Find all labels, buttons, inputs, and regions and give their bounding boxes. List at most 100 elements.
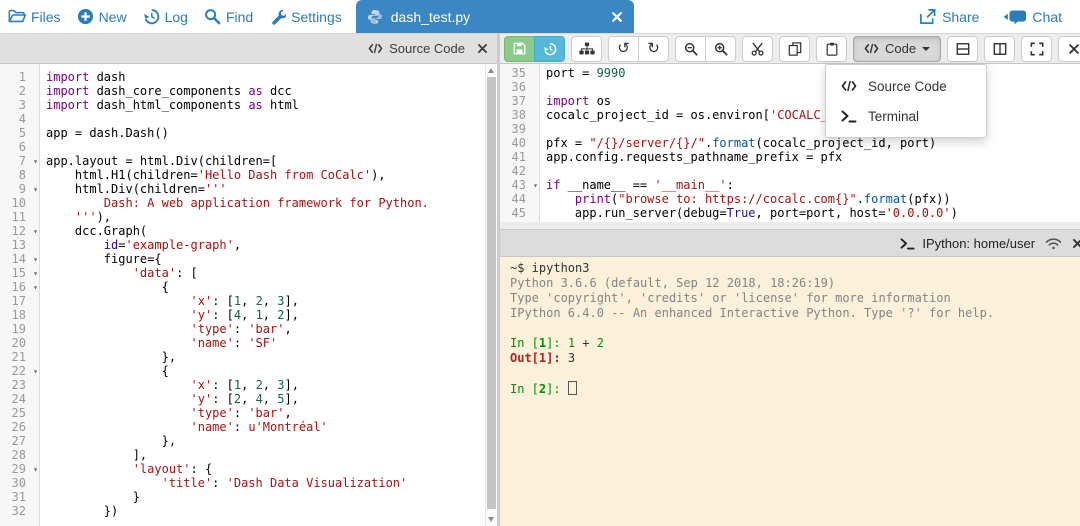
code-line: 39: [500, 122, 1080, 136]
find-button[interactable]: Find: [196, 0, 261, 33]
frame-split-tree-button[interactable]: [571, 35, 602, 62]
undo-button[interactable]: ↺: [608, 35, 639, 62]
fold-gutter: [529, 206, 542, 220]
line-number: 6: [18, 140, 26, 154]
timetravel-button[interactable]: [534, 35, 565, 62]
fold-arrow-icon[interactable]: ▾: [29, 462, 42, 476]
code-line: 44 print("browse to: https://cocalc.com{…: [500, 192, 1080, 206]
split-horizontal-button[interactable]: [947, 35, 979, 62]
split-horizontal-icon: [956, 42, 970, 56]
code-icon: [368, 42, 383, 55]
fold-arrow-icon[interactable]: ▾: [29, 364, 42, 378]
chat-button[interactable]: Chat: [995, 9, 1070, 25]
code-line: 15 ▾ 'data': [: [0, 266, 497, 280]
fold-arrow-icon[interactable]: ▾: [529, 178, 542, 192]
settings-button-label: Settings: [291, 8, 342, 25]
code-line: 2 import dash_core_components as dcc: [0, 84, 497, 98]
files-button[interactable]: Files: [0, 0, 69, 33]
scroll-up-icon[interactable]: [488, 68, 494, 73]
zoom-in-button[interactable]: [705, 35, 736, 62]
code-line: 1 import dash: [0, 70, 497, 84]
tab-close-icon[interactable]: [611, 11, 623, 23]
code-line: 31 }: [0, 490, 497, 504]
line-number: 29: [11, 462, 26, 476]
save-button[interactable]: [504, 35, 535, 62]
code-line: 40 pfx = "/{}/server/{}/".format(cocalc_p…: [500, 136, 1080, 150]
terminal-header: IPython: home/user: [500, 229, 1080, 257]
menu-item-terminal[interactable]: Terminal: [826, 101, 986, 131]
close-frame-button[interactable]: [1058, 35, 1080, 62]
menu-item-label: Terminal: [868, 108, 920, 124]
code-line: 20 'name': 'SF': [0, 336, 497, 350]
fold-arrow-icon[interactable]: ▾: [29, 182, 42, 196]
fold-gutter: [29, 406, 42, 420]
code-line: 13 id='example-graph',: [0, 238, 497, 252]
terminal-title: IPython: home/user: [900, 236, 1035, 251]
terminal-title-text: IPython: home/user: [922, 235, 1036, 251]
fold-arrow-icon[interactable]: ▾: [29, 280, 42, 294]
code-line: 26 'name': u'Montréal': [0, 420, 497, 434]
frame-type-dropdown-button[interactable]: Code: [853, 35, 942, 62]
redo-button[interactable]: ↻: [638, 35, 669, 62]
terminal-cursor: [567, 381, 577, 395]
code-lines: 35 port = 9990 36 37 import os 38 cocalc_proje…: [500, 64, 1080, 220]
settings-button[interactable]: Settings: [261, 0, 350, 33]
line-number: 32: [11, 504, 26, 518]
fold-gutter: [529, 164, 542, 178]
line-number: 37: [511, 94, 526, 108]
fold-gutter: [529, 136, 542, 150]
line-number: 43: [511, 178, 526, 192]
save-icon: [513, 42, 526, 55]
terminal-line: Out[1]: 3: [510, 351, 576, 365]
ipython-terminal[interactable]: ~$ ipython3 Python 3.6.6 (default, Sep 12…: [500, 257, 1080, 526]
new-button-label: New: [98, 8, 127, 25]
fold-arrow-icon[interactable]: ▾: [29, 266, 42, 280]
line-number: 18: [11, 308, 26, 322]
fold-arrow-icon[interactable]: ▾: [29, 154, 42, 168]
code-line: 4: [0, 112, 497, 126]
line-number: 9: [18, 182, 26, 196]
fold-gutter: [29, 490, 42, 504]
line-number: 23: [11, 378, 26, 392]
code-line: 9 ▾ html.Div(children=''': [0, 182, 497, 196]
new-button[interactable]: New: [69, 0, 135, 33]
line-number: 25: [11, 406, 26, 420]
scroll-down-icon[interactable]: [488, 517, 494, 522]
left-frame-close-icon[interactable]: [477, 43, 488, 54]
fold-arrow-icon[interactable]: ▾: [29, 252, 42, 266]
log-button-label: Log: [164, 8, 188, 25]
code-editor-right[interactable]: 35 port = 9990 36 37 import os 38 cocalc_proje…: [500, 64, 1080, 222]
menu-item-source-code[interactable]: Source Code: [826, 71, 986, 101]
fullscreen-button[interactable]: [1021, 35, 1053, 62]
fold-arrow-icon[interactable]: ▾: [29, 224, 42, 238]
share-button[interactable]: Share: [910, 8, 987, 25]
history-icon: [143, 8, 160, 25]
code-line: 22 ▾ {: [0, 364, 497, 378]
fold-gutter: [29, 126, 42, 140]
cut-button[interactable]: [742, 35, 773, 62]
code-editor-left[interactable]: 1 import dash 2 import dash_core_components…: [0, 64, 497, 526]
paste-button[interactable]: [816, 35, 847, 62]
fold-gutter: [29, 112, 42, 126]
sitemap-icon: [578, 42, 595, 55]
code-line: 24 'y': [2, 4, 5],: [0, 392, 497, 406]
scrollbar-thumb[interactable]: [487, 77, 496, 509]
split-vertical-button[interactable]: [984, 35, 1016, 62]
terminal-close-icon[interactable]: [1072, 238, 1080, 249]
fold-gutter: [529, 94, 542, 108]
horizontal-frame-divider[interactable]: [500, 222, 1080, 229]
code-line: 3 import dash_html_components as html: [0, 98, 497, 112]
terminal-line: ~$ ipython3: [510, 261, 590, 275]
line-number: 7: [18, 154, 26, 168]
line-number: 39: [511, 122, 526, 136]
left-editor-scrollbar[interactable]: [485, 64, 497, 526]
code-line: 21 },: [0, 350, 497, 364]
file-tab-dash-test-py[interactable]: dash_test.py: [355, 0, 634, 33]
copy-button[interactable]: [779, 35, 810, 62]
source-code-frame-left: Source Code 1 import dash 2 import dash_cor…: [0, 34, 497, 526]
code-line: 23 'x': [1, 2, 3],: [0, 378, 497, 392]
line-number: 22: [11, 364, 26, 378]
log-button[interactable]: Log: [135, 0, 196, 33]
zoom-out-button[interactable]: [675, 35, 706, 62]
line-number: 4: [18, 112, 26, 126]
